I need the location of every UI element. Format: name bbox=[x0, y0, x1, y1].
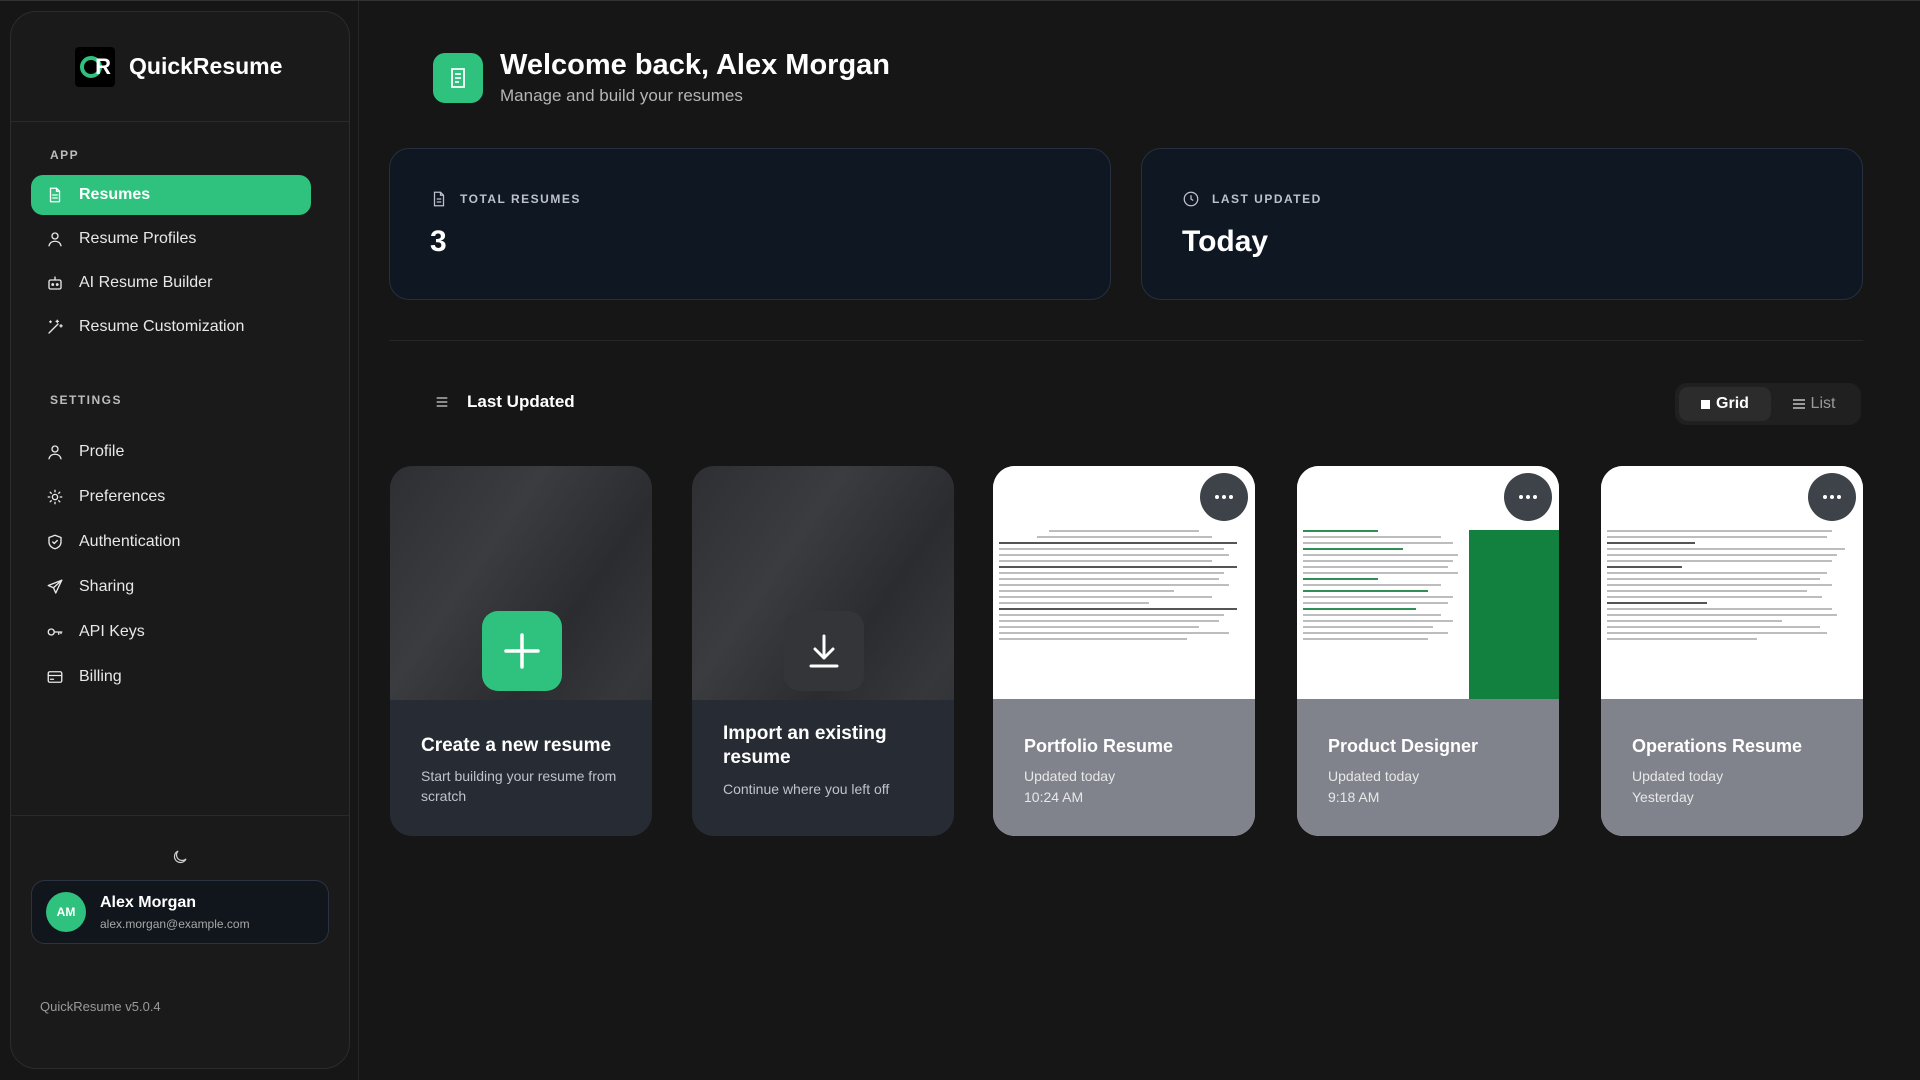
more-options-button[interactable] bbox=[1200, 473, 1248, 521]
app-nav: Resumes Resume Profiles AI Resume Builde… bbox=[31, 175, 311, 351]
resume-updated: Updated today bbox=[1024, 768, 1116, 784]
settings-nav: Profile Preferences Authentication Shari… bbox=[31, 432, 311, 702]
user-name: Alex Morgan bbox=[100, 893, 197, 911]
resume-updated: Updated today bbox=[1632, 768, 1724, 784]
sidebar-item-label: Resumes bbox=[79, 186, 151, 203]
section-label-app: APP bbox=[50, 148, 80, 162]
sort-dropdown[interactable]: Last Updated bbox=[434, 392, 575, 412]
sidebar-item-label: Billing bbox=[79, 668, 122, 685]
grid-label: Grid bbox=[1716, 395, 1749, 412]
sidebar-item-billing[interactable]: Billing bbox=[31, 657, 311, 697]
send-icon bbox=[45, 577, 65, 597]
section-label-settings: SETTINGS bbox=[50, 393, 123, 407]
card-subtitle: Start building your resume from scratch bbox=[421, 768, 617, 804]
card-title: Create a new resume bbox=[421, 735, 612, 756]
sidebar-item-label: API Keys bbox=[79, 623, 145, 640]
resume-time: Yesterday bbox=[1632, 789, 1694, 805]
brand-name: QuickResume bbox=[129, 53, 283, 79]
stat-total-resumes: TOTAL RESUMES 3 bbox=[389, 148, 1111, 300]
stat-last-updated: LAST UPDATED Today bbox=[1141, 148, 1863, 300]
view-toggle: Grid List bbox=[1675, 383, 1861, 425]
sidebar-border bbox=[358, 1, 359, 1080]
document-icon bbox=[45, 185, 65, 205]
sidebar-item-preferences[interactable]: Preferences bbox=[31, 477, 311, 517]
page-subtitle: Manage and build your resumes bbox=[500, 86, 743, 105]
grid-icon bbox=[1701, 399, 1711, 409]
resume-time: 9:18 AM bbox=[1328, 789, 1380, 805]
card-subtitle: Continue where you left off bbox=[723, 781, 890, 797]
user-icon bbox=[45, 442, 65, 462]
sidebar-item-label: Authentication bbox=[79, 533, 181, 550]
list-label: List bbox=[1810, 395, 1836, 412]
sidebar-item-label: AI Resume Builder bbox=[79, 274, 213, 291]
plus-icon bbox=[482, 611, 562, 691]
download-icon bbox=[784, 611, 864, 691]
stat-value: Today bbox=[1182, 225, 1269, 258]
sidebar-item-resumes[interactable]: Resumes bbox=[31, 175, 311, 215]
sidebar-item-sharing[interactable]: Sharing bbox=[31, 567, 311, 607]
stat-value: 3 bbox=[430, 225, 447, 258]
user-icon bbox=[45, 229, 65, 249]
sidebar-item-label: Sharing bbox=[79, 578, 135, 595]
card-title: Import an existing resume bbox=[723, 723, 887, 768]
create-resume-card[interactable]: Create a new resume Start building your … bbox=[390, 466, 652, 836]
moon-icon bbox=[173, 850, 187, 864]
clock-icon bbox=[1183, 191, 1199, 207]
sort-label: Last Updated bbox=[467, 392, 575, 411]
sidebar-divider bbox=[11, 815, 349, 816]
page-title: Welcome back, Alex Morgan bbox=[500, 49, 891, 81]
sidebar-item-label: Resume Profiles bbox=[79, 230, 197, 247]
sidebar-item-authentication[interactable]: Authentication bbox=[31, 522, 311, 562]
sidebar-item-label: Preferences bbox=[79, 488, 166, 505]
stat-label: TOTAL RESUMES bbox=[460, 192, 581, 206]
resume-title: Portfolio Resume bbox=[1024, 736, 1174, 756]
sort-icon bbox=[436, 397, 448, 407]
resume-title: Product Designer bbox=[1328, 736, 1479, 756]
resume-preview-sidebar bbox=[1469, 530, 1559, 699]
sidebar-item-ai-resume-builder[interactable]: AI Resume Builder bbox=[31, 263, 311, 303]
user-email: alex.morgan@example.com bbox=[100, 916, 250, 931]
shield-icon bbox=[45, 532, 65, 552]
more-options-button[interactable] bbox=[1504, 473, 1552, 521]
sidebar-item-label: Resume Customization bbox=[79, 318, 245, 335]
more-options-button[interactable] bbox=[1808, 473, 1856, 521]
quickresume-logo-icon: R bbox=[75, 46, 115, 87]
key-icon bbox=[45, 622, 65, 642]
resume-card[interactable]: Product Designer Updated today 9:18 AM bbox=[1297, 466, 1559, 836]
user-card[interactable]: AM Alex Morgan alex.morgan@example.com bbox=[31, 880, 329, 944]
app-version: QuickResume v5.0.4 bbox=[40, 999, 161, 1014]
stat-label: LAST UPDATED bbox=[1212, 192, 1322, 206]
brand[interactable]: R QuickResume bbox=[11, 12, 349, 122]
resume-updated: Updated today bbox=[1328, 768, 1420, 784]
magic-wand-icon bbox=[45, 317, 65, 337]
resume-title: Operations Resume bbox=[1632, 736, 1803, 756]
sidebar-item-resume-profiles[interactable]: Resume Profiles bbox=[31, 219, 311, 259]
sun-icon bbox=[45, 487, 65, 507]
resume-card[interactable]: Operations Resume Updated today Yesterda… bbox=[1601, 466, 1863, 836]
sidebar-item-resume-customization[interactable]: Resume Customization bbox=[31, 307, 311, 347]
list-view-button[interactable]: List bbox=[1771, 387, 1857, 421]
robot-icon bbox=[45, 273, 65, 293]
list-icon bbox=[1792, 399, 1805, 409]
grid-view-button[interactable]: Grid bbox=[1679, 387, 1771, 421]
dark-mode-toggle[interactable] bbox=[171, 848, 189, 866]
sidebar-item-label: Profile bbox=[79, 443, 125, 460]
credit-card-icon bbox=[45, 667, 65, 687]
sidebar-item-api-keys[interactable]: API Keys bbox=[31, 612, 311, 652]
document-icon bbox=[433, 191, 445, 207]
resume-card[interactable]: Portfolio Resume Updated today 10:24 AM bbox=[993, 466, 1255, 836]
sidebar-item-profile[interactable]: Profile bbox=[31, 432, 311, 472]
page-header: Welcome back, Alex Morgan Manage and bui… bbox=[433, 49, 890, 106]
import-resume-card[interactable]: Import an existing resume Continue where… bbox=[692, 466, 954, 836]
resume-time: 10:24 AM bbox=[1024, 789, 1084, 805]
main-divider bbox=[389, 340, 1863, 341]
avatar: AM bbox=[46, 892, 86, 932]
document-icon bbox=[433, 52, 483, 103]
sidebar: R QuickResume APP Resumes Resume Profile… bbox=[10, 11, 350, 1069]
